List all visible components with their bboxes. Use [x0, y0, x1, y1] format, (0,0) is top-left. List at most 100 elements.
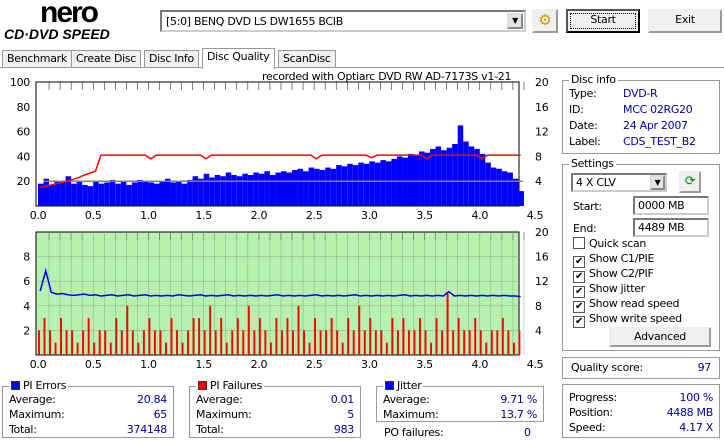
pi_errors-bar: [148, 182, 154, 206]
x-tick-label: 2.5: [306, 358, 323, 371]
checkbox-show-read-speed[interactable]: ✔ Show read speed: [573, 297, 679, 313]
y2-tick-label: 16: [535, 101, 549, 114]
pi_errors-bar: [457, 125, 464, 206]
pi_failures-bar: [109, 342, 112, 355]
settings-group: Settings 4 X CLV ▼ ⟳ Start: 0000 MB End:…: [562, 157, 720, 351]
po-failures-value: 0: [524, 426, 531, 439]
stat-label: Maximum:: [383, 408, 439, 421]
pi_failures-bar: [198, 318, 201, 355]
x-tick-label: 3.5: [416, 209, 433, 222]
start-button[interactable]: Start: [566, 9, 640, 33]
tab-create-disc[interactable]: Create Disc: [71, 50, 142, 68]
stat-value: CDS_TEST_B2: [623, 135, 696, 148]
pi_errors-bar: [325, 167, 331, 206]
tab-disc-quality[interactable]: Disc Quality: [202, 48, 275, 69]
pi_failures-bar: [325, 330, 328, 355]
pi_failures-bar: [258, 318, 261, 355]
pi_errors-bar: [479, 153, 486, 206]
pi_errors-bar: [380, 160, 386, 206]
stat-value: 0.01: [330, 393, 355, 406]
pi_failures-bar: [54, 342, 57, 355]
exit-button[interactable]: Exit: [648, 9, 722, 33]
pi_failures-bar: [402, 318, 405, 355]
stat-label: Total:: [196, 423, 224, 436]
x-tick-label: 0.0: [30, 209, 47, 222]
drive-select[interactable]: [5:0] BENQ DVD LS DW1655 BCIB ▼: [160, 10, 526, 32]
tab-benchmark[interactable]: Benchmark: [2, 50, 72, 68]
stat-value: 24 Apr 2007: [623, 119, 688, 132]
checkbox-show-write-speed[interactable]: ✔ Show write speed: [573, 312, 682, 328]
pi_errors-bar: [60, 182, 66, 206]
refresh-button[interactable]: ⟳: [679, 171, 701, 193]
pi_failures-bar: [501, 318, 504, 355]
pi_failures-bar: [137, 342, 140, 355]
chevron-down-icon[interactable]: ▼: [650, 175, 665, 190]
stat-label: Maximum:: [196, 408, 252, 421]
x-tick-label: 2.0: [251, 209, 268, 222]
pi_failures-bar: [435, 318, 438, 355]
pi_errors-bar: [187, 179, 193, 206]
stat-value: 65: [153, 408, 168, 421]
y-tick-label: 20: [17, 175, 31, 188]
pi_errors-bar: [165, 178, 171, 206]
pi_errors-bar: [430, 148, 436, 206]
pi_errors-bar: [131, 182, 138, 206]
refresh-icon: ⟳: [684, 174, 696, 189]
checkbox-label: Show write speed: [589, 312, 682, 325]
start-input[interactable]: 0000 MB: [633, 196, 709, 215]
pi_failures-bar: [474, 318, 477, 355]
pi_failures-bar: [341, 342, 344, 355]
pi_errors-bar: [214, 175, 221, 206]
chevron-down-icon[interactable]: ▼: [507, 13, 523, 29]
pi_errors-bar: [49, 184, 55, 206]
y2-tick-label: 16: [535, 251, 549, 264]
tab-scandisc[interactable]: ScanDisc: [278, 50, 336, 68]
x-tick-label: 0.0: [30, 358, 47, 371]
speed-select[interactable]: 4 X CLV ▼: [571, 173, 667, 192]
start-label: Start:: [573, 200, 602, 213]
pi-errors-legend-swatch: [11, 381, 20, 390]
pi_failures-bar: [280, 330, 283, 355]
pi_errors-bar: [512, 178, 519, 206]
advanced-button[interactable]: Advanced: [609, 327, 711, 347]
pi_failures-bar: [391, 318, 394, 355]
pi_failures-bar: [507, 330, 510, 355]
pi_errors-bar: [71, 183, 77, 206]
y-tick-label: 2: [23, 324, 30, 337]
pi_errors-bar: [142, 181, 149, 206]
stat-row: Average: 9.71 %: [383, 393, 537, 408]
pi_failures-bar: [336, 330, 339, 355]
pi_failures-bar: [485, 342, 488, 355]
checkbox-box[interactable]: ✔: [573, 316, 585, 328]
pi_failures-bar: [87, 318, 90, 355]
pi-errors-group: PI Errors Average: 20.84 Maximum: 65 Total: 3…: [2, 379, 174, 438]
pi_failures-bar: [115, 318, 118, 355]
checkbox-show-c2-pif[interactable]: ✔ Show C2/PIF: [573, 267, 654, 283]
pi_failures-bar: [512, 342, 515, 355]
checkbox-show-jitter[interactable]: ✔ Show jitter: [573, 282, 645, 298]
pi_failures-bar: [176, 330, 178, 355]
pi-failures-group: PI Failures Average: 0.01 Maximum: 5 Total: 9…: [189, 379, 361, 438]
pi_failures-bar: [71, 330, 74, 355]
pi_errors-bar: [153, 183, 160, 206]
pi_failures-bar: [424, 330, 427, 355]
x-tick-label: 4.0: [471, 358, 488, 371]
pi_failures-bar: [253, 330, 256, 355]
stat-value: DVD-R: [623, 87, 658, 100]
pi_errors-bar: [463, 141, 469, 206]
x-tick-label: 3.0: [361, 209, 378, 222]
checkbox-quick-scan[interactable]: Quick scan: [573, 237, 646, 251]
drive-info-button[interactable]: ⚙: [532, 9, 558, 33]
pi_failures-bar: [419, 318, 421, 355]
stat-row: Average: 0.01: [196, 393, 354, 408]
end-input[interactable]: 4489 MB: [633, 218, 709, 237]
checkbox-show-c1-pie[interactable]: ✔ Show C1/PIE: [573, 252, 654, 268]
pi_failures-bar: [170, 318, 173, 355]
pi-failures-title: PI Failures: [210, 379, 262, 392]
tab-disc-info[interactable]: Disc Info: [144, 50, 199, 68]
pi_failures-bar: [496, 330, 499, 355]
checkbox-box[interactable]: [573, 237, 585, 249]
pi_errors-bar: [419, 151, 425, 206]
pi_failures-bar: [374, 330, 377, 355]
pi_errors-bar: [87, 186, 94, 206]
